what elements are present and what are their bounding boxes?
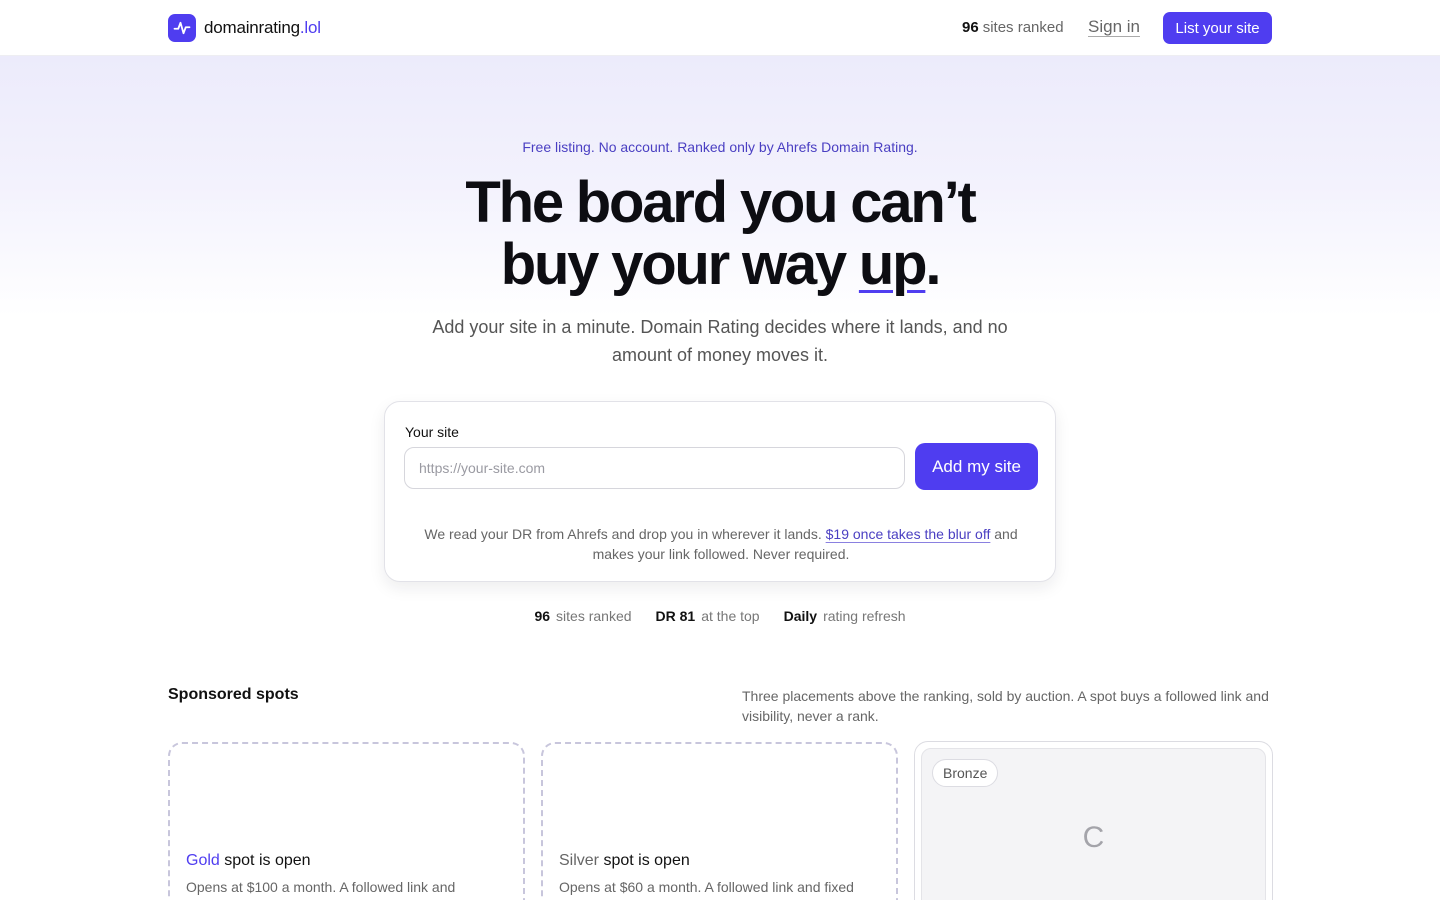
stat-label: at the top	[701, 608, 760, 624]
stat-label: sites ranked	[556, 608, 632, 624]
logo-text: domainrating.lol	[204, 18, 321, 38]
stat-refresh: Daily rating refresh	[784, 608, 906, 624]
bronze-badge: Bronze	[932, 759, 999, 787]
slot-heading: Silver spot is open	[559, 852, 690, 870]
form-note: We read your DR from Ahrefs and drop you…	[405, 524, 1037, 564]
sites-ranked-count: 96 sites ranked	[962, 19, 1064, 36]
add-site-card: Your site Add my site We read your DR fr…	[384, 401, 1056, 582]
headline-line-1: The board you can’t	[465, 170, 976, 235]
logo-tld: .lol	[299, 18, 321, 37]
slot-status: spot is open	[603, 852, 690, 869]
slot-tier: Gold	[186, 852, 220, 869]
hero-eyebrow: Free listing. No account. Ranked only by…	[522, 139, 918, 155]
sponsored-title: Sponsored spots	[168, 686, 299, 703]
bronze-slot-preview: Bronze C	[921, 748, 1266, 900]
silver-slot[interactable]: Silver spot is open Opens at $60 a month…	[541, 742, 898, 900]
page-title: The board you can’t buy your way up.	[0, 172, 1440, 296]
sites-count-value: 96	[962, 19, 979, 36]
slot-heading: Gold spot is open	[186, 852, 311, 870]
slot-body: Opens at $100 a month. A followed link a…	[186, 879, 456, 895]
unblur-link[interactable]: $19 once takes the blur off	[826, 526, 991, 542]
site-field-label: Your site	[405, 424, 459, 440]
slot-status: spot is open	[224, 852, 311, 869]
slot-tier: Silver	[559, 852, 600, 869]
top-nav: domainrating.lol 96 sites ranked Sign in …	[0, 0, 1440, 56]
stat-value: 96	[534, 608, 551, 624]
logo-name: domainrating	[204, 18, 300, 37]
stat-sites-ranked: 96 sites ranked	[534, 608, 631, 624]
list-your-site-button[interactable]: List your site	[1163, 12, 1272, 44]
headline-line-2a: buy your way	[500, 232, 859, 297]
sponsored-description: Three placements above the ranking, sold…	[742, 688, 1269, 724]
site-url-input[interactable]	[404, 447, 905, 489]
stat-value: DR 81	[655, 608, 696, 624]
gold-slot[interactable]: Gold spot is open Opens at $100 a month.…	[168, 742, 525, 900]
sign-in-link[interactable]: Sign in	[1088, 17, 1140, 37]
form-note-text: We read your DR from Ahrefs and drop you…	[424, 526, 826, 542]
headline-underlined-word: up	[858, 232, 928, 297]
logo[interactable]: domainrating.lol	[168, 14, 321, 42]
add-my-site-button[interactable]: Add my site	[915, 443, 1038, 490]
site-initial: C	[1082, 821, 1105, 854]
headline-period: .	[925, 232, 941, 297]
stat-label: rating refresh	[823, 608, 906, 624]
hero-subhead: Add your site in a minute. Domain Rating…	[432, 317, 1008, 365]
stats-row: 96 sites ranked DR 81 at the top Daily rati…	[0, 608, 1440, 624]
sites-count-label: sites ranked	[982, 19, 1064, 36]
pulse-icon	[168, 14, 196, 42]
stat-value: Daily	[783, 608, 818, 624]
bronze-slot[interactable]: Bronze C	[914, 741, 1273, 900]
stat-top-dr: DR 81 at the top	[656, 608, 760, 624]
slot-body: Opens at $60 a month. A followed link an…	[559, 879, 854, 895]
